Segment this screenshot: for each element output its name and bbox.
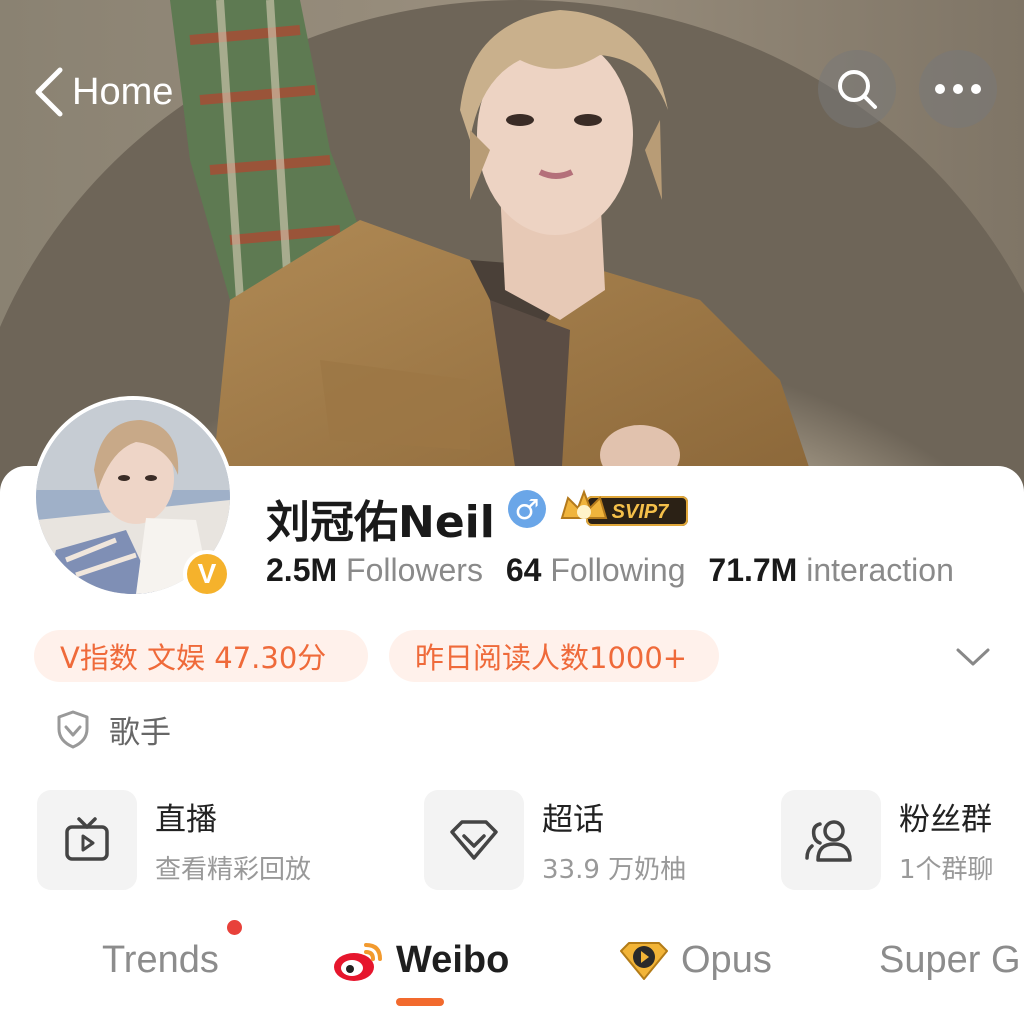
top-bar: Home [0, 0, 1024, 180]
notification-dot [227, 920, 242, 935]
supertopic-entry[interactable]: 超话 33.9 万奶柚 [424, 790, 686, 890]
reads-tag[interactable]: 昨日阅读人数1000+ [389, 630, 719, 682]
tab-weibo[interactable]: Weibo [332, 928, 509, 992]
verified-badge: V [183, 550, 231, 598]
tab-super-group[interactable]: Super G [879, 928, 1021, 992]
male-gender-icon: ♂ [508, 490, 546, 528]
supertopic-subtitle: 33.9 万奶柚 [542, 855, 687, 885]
followers-label[interactable]: Followers [346, 552, 483, 588]
supertopic-title: 超话 [542, 802, 604, 838]
back-button[interactable]: Home [30, 62, 173, 122]
profile-name: 刘冠佑Neil [266, 497, 495, 548]
chevron-left-icon [35, 67, 63, 117]
interaction-label: interaction [806, 552, 954, 588]
opus-play-icon [620, 942, 668, 980]
diamond-icon [424, 790, 524, 890]
tab-opus-label: Opus [681, 938, 772, 981]
fan-group-subtitle: 1个群聊 [899, 855, 994, 885]
fan-group-entry[interactable]: 粉丝群 1个群聊 [781, 790, 994, 890]
search-button[interactable] [818, 50, 896, 128]
role-label: 歌手 [109, 714, 171, 751]
shield-check-icon [57, 710, 89, 749]
followers-count[interactable]: 2.5M [266, 552, 337, 588]
more-dots-icon [935, 84, 981, 94]
svip-label: SVIP7 [612, 501, 670, 523]
back-label: Home [72, 70, 174, 113]
profile-stats: 2.5M Followers 64 Following 71.7M intera… [266, 552, 968, 589]
v-index-tag[interactable]: V指数 文娱 47.30分 [34, 630, 368, 682]
tab-super-group-label: Super G [879, 938, 1021, 981]
search-icon [838, 70, 877, 109]
fan-group-title: 粉丝群 [899, 802, 992, 838]
tab-weibo-label: Weibo [396, 938, 510, 981]
verified-v-icon: V [187, 554, 227, 594]
live-entry[interactable]: 直播 查看精彩回放 [37, 790, 311, 890]
svip-badge[interactable]: SVIP7 [560, 488, 692, 532]
weibo-logo-icon [334, 943, 382, 981]
more-button[interactable] [919, 50, 997, 128]
tab-trends-label: Trends [102, 938, 219, 981]
active-tab-indicator [396, 998, 444, 1006]
role-row: 歌手 [55, 706, 171, 752]
chevron-down-icon[interactable] [952, 640, 994, 672]
interaction-count: 71.7M [708, 552, 798, 588]
tab-trends[interactable]: Trends [102, 928, 219, 992]
following-label[interactable]: Following [550, 552, 685, 588]
live-subtitle: 查看精彩回放 [155, 855, 312, 885]
following-count[interactable]: 64 [506, 552, 542, 588]
group-users-icon [781, 790, 881, 890]
live-title: 直播 [155, 802, 217, 838]
tv-play-icon [37, 790, 137, 890]
tab-opus[interactable]: Opus [617, 928, 772, 992]
